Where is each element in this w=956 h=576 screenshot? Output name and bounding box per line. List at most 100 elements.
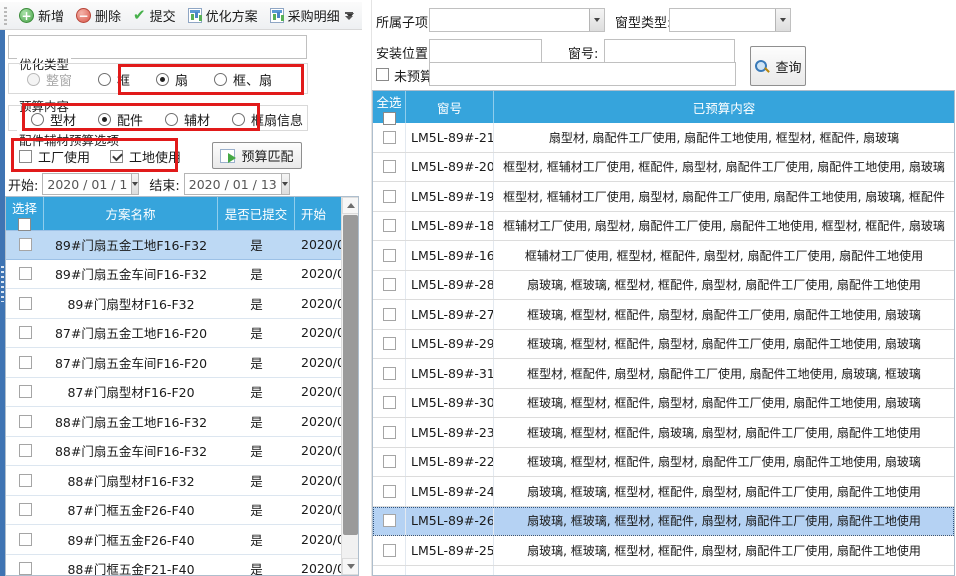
radio-frame-sash[interactable] bbox=[214, 73, 227, 86]
window-row-checkbox[interactable] bbox=[383, 396, 396, 409]
table-row[interactable]: LM5L-89#-30F28框玻璃, 框型材, 框配件, 扇型材, 扇配件工厂使… bbox=[373, 389, 954, 419]
scrollbar-thumb[interactable] bbox=[343, 215, 358, 535]
radio-accessory[interactable] bbox=[98, 113, 111, 126]
budget-match-button[interactable]: 预算匹配 bbox=[212, 142, 302, 169]
end-date-picker[interactable]: 2020 / 01 / 13 bbox=[184, 173, 290, 195]
table-row[interactable]: 89#门扇五金工地F16-F32是2020/0 bbox=[6, 230, 358, 260]
delete-button[interactable]: − 删除 bbox=[70, 4, 127, 27]
plan-row-checkbox[interactable] bbox=[19, 356, 32, 369]
scroll-down-arrow-icon[interactable] bbox=[342, 558, 359, 575]
window-row-checkbox[interactable] bbox=[383, 160, 396, 173]
table-row[interactable]: LM5L-89#-29F27框玻璃, 框型材, 框配件, 扇型材, 扇配件工厂使… bbox=[373, 330, 954, 360]
table-row[interactable]: LM5L-89#-23F21框玻璃, 框型材, 框配件, 扇玻璃, 扇型材, 扇… bbox=[373, 418, 954, 448]
remove-icon: − bbox=[76, 8, 91, 23]
window-row-checkbox[interactable] bbox=[383, 278, 396, 291]
plan-row-checkbox[interactable] bbox=[19, 267, 32, 280]
table-row[interactable]: LM5L-89#-28F26扇玻璃, 框玻璃, 框型材, 框配件, 扇型材, 扇… bbox=[373, 271, 954, 301]
table-row[interactable]: LM5L-89#-21F19扇型材, 扇配件工厂使用, 扇配件工地使用, 框型材… bbox=[373, 123, 954, 153]
no-budget-input[interactable] bbox=[429, 62, 736, 86]
window-row-checkbox[interactable] bbox=[383, 219, 396, 232]
plan-row-checkbox[interactable] bbox=[19, 297, 32, 310]
date-range-row: 开始: 2020 / 01 / 1 结束: 2020 / 01 / 13 bbox=[8, 173, 308, 195]
table-row[interactable]: 88#门扇型材F16-F32是2020/0 bbox=[6, 466, 358, 496]
table-row[interactable]: 87#门扇五金车间F16-F20是2020/0 bbox=[6, 348, 358, 378]
table-row[interactable]: 87#门扇型材F16-F20是2020/0 bbox=[6, 378, 358, 408]
end-date-dropdown[interactable] bbox=[281, 174, 289, 194]
factory-use-checkbox[interactable] bbox=[19, 150, 32, 163]
table-row[interactable]: LM5L-89#-27F25框玻璃, 框型材, 框配件, 扇型材, 扇配件工厂使… bbox=[373, 300, 954, 330]
budget-header-content[interactable]: 已预算内容 bbox=[494, 91, 954, 123]
table-row[interactable]: 89#门扇五金车间F16-F32是2020/0 bbox=[6, 260, 358, 290]
plan-row-checkbox[interactable] bbox=[19, 415, 32, 428]
window-row-checkbox[interactable] bbox=[383, 249, 396, 262]
sub-item-combobox[interactable] bbox=[429, 8, 605, 32]
toolbar-grip[interactable] bbox=[4, 7, 7, 25]
radio-frame-sash-info[interactable] bbox=[232, 113, 245, 126]
plan-name-cell: 88#门扇型材F16-F32 bbox=[44, 466, 218, 495]
start-date-dropdown[interactable] bbox=[131, 174, 138, 194]
table-row[interactable]: LM5L-89#-20F18框型材, 框辅材工厂使用, 框配件, 扇型材, 扇配… bbox=[373, 153, 954, 183]
plan-row-select-cell bbox=[6, 319, 44, 348]
table-row[interactable]: LM5L-89#-16F15框辅材工厂使用, 框型材, 框配件, 扇型材, 扇配… bbox=[373, 241, 954, 271]
radio-accessory-label: 配件 bbox=[117, 110, 143, 129]
plan-row-checkbox[interactable] bbox=[19, 533, 32, 546]
scroll-up-arrow-icon[interactable] bbox=[342, 197, 359, 214]
radio-profile[interactable] bbox=[31, 113, 44, 126]
table-row[interactable]: LM5L-89#-24F22扇玻璃, 框玻璃, 框型材, 框配件, 扇型材, 扇… bbox=[373, 477, 954, 507]
window-row-checkbox[interactable] bbox=[383, 367, 396, 380]
win-no-input[interactable] bbox=[604, 39, 735, 63]
table-row[interactable]: 89#门扇型材F16-F32是2020/0 bbox=[6, 289, 358, 319]
site-use-checkbox[interactable] bbox=[110, 150, 123, 163]
window-row-checkbox[interactable] bbox=[383, 485, 396, 498]
table-row[interactable]: LM5L-89#-31F29框型材, 框配件, 扇型材, 扇配件工厂使用, 扇配… bbox=[373, 359, 954, 389]
optimize-plan-button[interactable]: 优化方案 bbox=[182, 4, 264, 27]
window-row-checkbox[interactable] bbox=[383, 190, 396, 203]
plan-row-checkbox[interactable] bbox=[19, 444, 32, 457]
plan-header-name[interactable]: 方案名称 bbox=[44, 197, 218, 230]
radio-auxiliary[interactable] bbox=[165, 113, 178, 126]
window-row-checkbox[interactable] bbox=[383, 308, 396, 321]
radio-sash[interactable] bbox=[156, 73, 169, 86]
add-button[interactable]: + 新增 bbox=[13, 4, 70, 27]
start-date-label: 开始: bbox=[8, 175, 38, 194]
query-button[interactable]: 查询 bbox=[750, 46, 806, 86]
install-pos-input[interactable] bbox=[429, 39, 542, 63]
plan-row-checkbox[interactable] bbox=[19, 385, 32, 398]
table-row[interactable]: 88#门扇五金车间F16-F32是2020/0 bbox=[6, 437, 358, 467]
window-row-checkbox[interactable] bbox=[383, 131, 396, 144]
plan-row-checkbox[interactable] bbox=[19, 326, 32, 339]
plan-row-checkbox[interactable] bbox=[19, 503, 32, 516]
window-row-checkbox[interactable] bbox=[383, 455, 396, 468]
submit-button[interactable]: ✔ 提交 bbox=[127, 4, 182, 27]
win-type-combobox[interactable] bbox=[669, 8, 791, 32]
table-row[interactable]: LM5L-89#-19F17框型材, 框辅材工厂使用, 扇型材, 扇配件工厂使用… bbox=[373, 182, 954, 212]
table-row[interactable]: LM5L-89#-22F20框玻璃, 框型材, 框配件, 扇型材, 扇配件工厂使… bbox=[373, 448, 954, 478]
plan-table-scrollbar[interactable] bbox=[341, 197, 358, 575]
plan-row-checkbox[interactable] bbox=[19, 474, 32, 487]
budget-header-window[interactable]: 窗号 bbox=[406, 91, 494, 123]
table-row[interactable]: 87#门扇五金工地F16-F20是2020/0 bbox=[6, 319, 358, 349]
select-all-windows-checkbox[interactable] bbox=[383, 112, 396, 125]
start-date-picker[interactable]: 2020 / 01 / 1 bbox=[42, 173, 139, 195]
table-row[interactable]: 88#门扇五金工地F16-F32是2020/0 bbox=[6, 407, 358, 437]
window-row-checkbox[interactable] bbox=[383, 426, 396, 439]
plan-row-checkbox[interactable] bbox=[19, 238, 32, 251]
window-row-checkbox[interactable] bbox=[383, 544, 396, 557]
plan-submitted-cell: 是 bbox=[218, 378, 295, 407]
select-all-plans-checkbox[interactable] bbox=[18, 218, 31, 231]
plan-header-submitted[interactable]: 是否已提交 bbox=[218, 197, 295, 230]
toolbar-overflow-button[interactable] bbox=[342, 8, 356, 24]
plan-row-checkbox[interactable] bbox=[19, 562, 32, 575]
table-row[interactable]: 87#门框五金F26-F40是2020/0 bbox=[6, 496, 358, 526]
panel-splitter[interactable] bbox=[362, 0, 372, 576]
table-row[interactable]: LM5L-89#-25F23扇玻璃, 框玻璃, 框型材, 框配件, 扇型材, 扇… bbox=[373, 536, 954, 566]
window-row-checkbox[interactable] bbox=[383, 514, 396, 527]
radio-frame[interactable] bbox=[98, 73, 111, 86]
table-row[interactable]: 88#门框五金F21-F40是2020/0 bbox=[6, 555, 358, 576]
plan-submitted-cell: 是 bbox=[218, 525, 295, 554]
table-row[interactable]: 89#门框五金F26-F40是2020/0 bbox=[6, 525, 358, 555]
no-budget-checkbox[interactable] bbox=[376, 68, 389, 81]
table-row[interactable]: LM5L-89#-26F24扇玻璃, 框玻璃, 框型材, 框配件, 扇型材, 扇… bbox=[373, 507, 954, 537]
table-row[interactable]: LM5L-89#-18F16框辅材工厂使用, 扇型材, 扇配件工厂使用, 扇配件… bbox=[373, 212, 954, 242]
window-row-checkbox[interactable] bbox=[383, 337, 396, 350]
